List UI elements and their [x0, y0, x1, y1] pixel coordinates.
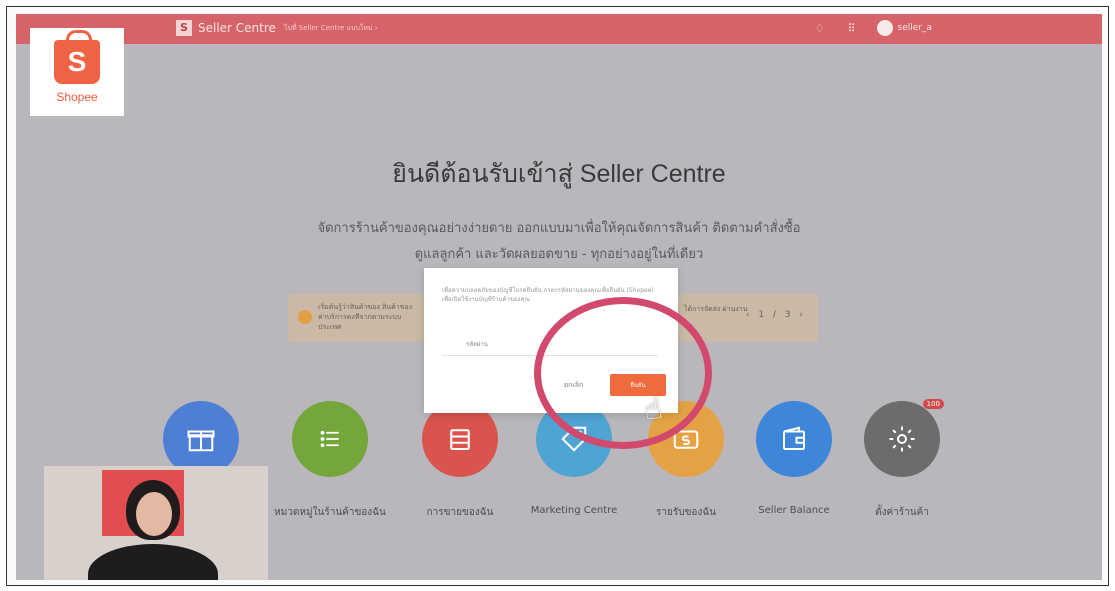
list-icon[interactable] — [292, 401, 368, 477]
notice-pager[interactable]: ‹ 1 / 3 › — [746, 310, 806, 320]
presenter-body — [88, 544, 218, 580]
webcam-overlay — [44, 466, 268, 580]
feature-label: การขายของฉัน — [426, 507, 494, 518]
shopee-logo: S Shopee — [30, 28, 124, 116]
feature-item[interactable]: หมวดหมู่ในร้านค้าของฉัน — [270, 401, 390, 520]
notice-text: เริ่มต้นรู้ว่าสินค้าของ สินค้าของ ค่าบริ… — [318, 303, 413, 331]
header-brand[interactable]: S Seller Centre — [176, 20, 276, 36]
feature-label: Marketing Centre — [530, 505, 618, 516]
highlight-circle — [534, 297, 712, 449]
welcome-description-line-1: จัดการร้านค้าของคุณอย่างง่ายดาย ออกแบบมา… — [317, 221, 801, 236]
username: seller_a — [897, 23, 932, 33]
info-icon — [298, 310, 312, 324]
bell-icon[interactable]: ♢ — [813, 21, 827, 35]
feature-label: ตั้งค่าร้านค้า — [875, 507, 929, 518]
shopee-logo-text: Shopee — [56, 90, 98, 104]
avatar — [876, 20, 893, 36]
wallet-icon[interactable] — [756, 401, 832, 477]
shopee-bag-icon: S — [54, 30, 100, 84]
presenter-face — [136, 492, 172, 536]
feature-item[interactable]: การขายของฉัน — [400, 401, 520, 520]
seller-centre-logo-icon: S — [176, 20, 192, 36]
new-seller-centre-link[interactable]: ไปที่ Seller Centre แบบใหม่ › — [284, 23, 378, 34]
feature-label: รายรับของฉัน — [656, 507, 716, 518]
top-header: S Seller Centre ไปที่ Seller Centre แบบใ… — [16, 14, 1102, 44]
feature-label: Seller Balance — [758, 505, 830, 516]
gear-icon[interactable]: 100 — [864, 399, 944, 477]
welcome-description-line-2: ดูแลลูกค้า และวัดผลยอดขาย - ทุกอย่างอยู่… — [414, 247, 704, 262]
page-title: ยินดีต้อนรับเข้าสู่ Seller Centre — [392, 160, 726, 188]
header-actions: ♢ ⠿ seller_a — [813, 20, 932, 36]
feature-item[interactable]: 100 ตั้งค่าร้านค้า — [842, 399, 962, 520]
feature-label: หมวดหมู่ในร้านค้าของฉัน — [274, 507, 386, 518]
apps-grid-icon[interactable]: ⠿ — [845, 21, 859, 35]
notification-badge: 100 — [922, 399, 944, 409]
feature-item[interactable]: Seller Balance — [734, 401, 854, 516]
header-title: Seller Centre — [198, 21, 276, 35]
screen: S Seller Centre ไปที่ Seller Centre แบบใ… — [16, 14, 1102, 580]
notice-text-right: ได้การจัดส่ง ผ่านงาน — [684, 305, 748, 313]
user-menu[interactable]: seller_a — [876, 20, 932, 36]
